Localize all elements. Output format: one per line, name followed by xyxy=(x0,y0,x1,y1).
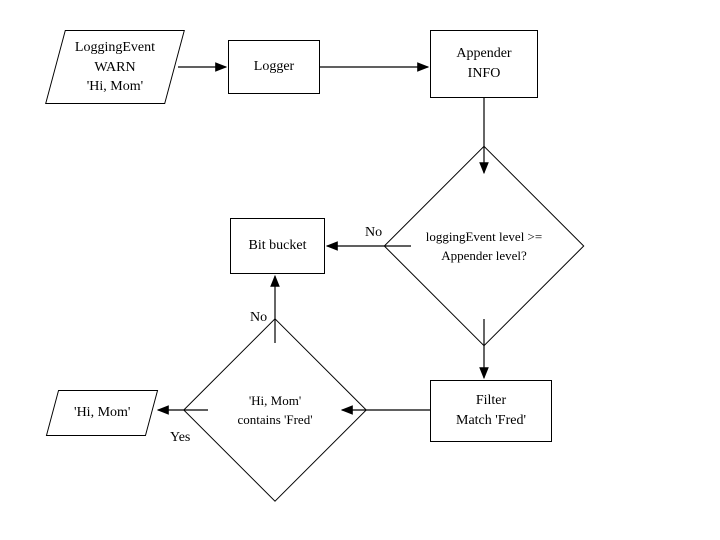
text-line: contains 'Fred' xyxy=(237,410,312,430)
text-line: Appender level? xyxy=(426,246,542,266)
text-line: WARN xyxy=(75,57,155,77)
text-line: 'Hi, Mom' xyxy=(74,403,130,423)
text-line: Logger xyxy=(254,57,294,77)
text-line: 'Hi, Mom' xyxy=(75,77,155,97)
node-output: 'Hi, Mom' xyxy=(46,390,158,436)
text-line: loggingEvent level >= xyxy=(426,227,542,247)
node-level-check: loggingEvent level >= Appender level? xyxy=(413,175,555,317)
text-line: Match 'Fred' xyxy=(456,411,526,431)
edge-label-no-2: No xyxy=(250,310,267,326)
node-logging-event: LoggingEvent WARN 'Hi, Mom' xyxy=(45,30,185,104)
text-line: Filter xyxy=(476,391,506,411)
text-line: Bit bucket xyxy=(249,236,307,256)
node-filter: Filter Match 'Fred' xyxy=(430,380,552,442)
node-contains-fred: 'Hi, Mom' contains 'Fred' xyxy=(210,345,340,475)
node-bit-bucket: Bit bucket xyxy=(230,218,325,274)
text-line: 'Hi, Mom' xyxy=(237,391,312,411)
node-appender: Appender INFO xyxy=(430,30,538,98)
node-logger: Logger xyxy=(228,40,320,94)
edge-label-yes: Yes xyxy=(170,430,190,446)
text-line: INFO xyxy=(468,64,501,84)
edge-label-no-1: No xyxy=(365,225,382,241)
text-line: LoggingEvent xyxy=(75,38,155,58)
text-line: Appender xyxy=(456,44,511,64)
